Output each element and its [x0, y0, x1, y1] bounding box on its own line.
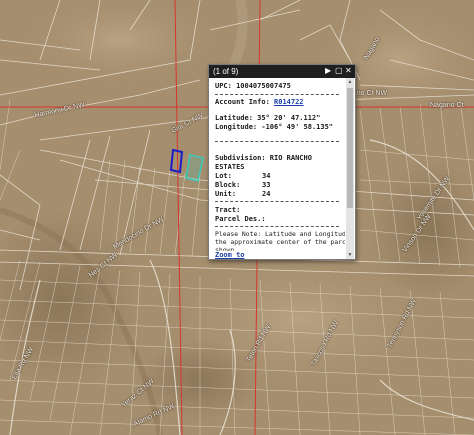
zoom-to-link[interactable]: Zoom to [215, 251, 245, 259]
road-label: Nagano Ct [430, 102, 464, 109]
popup-counter: (1 of 9) [213, 67, 239, 76]
scrollbar-thumb[interactable] [347, 88, 353, 208]
popup-content: UPC: 1004075007475 Account Info: R014722… [209, 78, 345, 259]
lot-label: Lot: [215, 172, 232, 180]
unit-value: 24 [262, 190, 271, 198]
divider [215, 94, 339, 95]
maximize-icon[interactable]: ▢ [335, 66, 343, 75]
note-text: the approximate center of the parcel [215, 238, 345, 246]
account-info-label: Account Info: [215, 98, 270, 106]
popup-titlebar: (1 of 9) ▶ ▢ ✕ [209, 65, 355, 78]
parcel-map[interactable]: Gila Ct NW Harmony Dr NW Mendocino Dr NW… [0, 0, 474, 435]
scroll-down-icon[interactable]: ▼ [346, 251, 354, 259]
account-link[interactable]: R014722 [274, 98, 304, 106]
subdivision-continued: ESTATES [215, 163, 245, 171]
upc-field: UPC: 1004075007475 [215, 82, 291, 90]
divider [215, 141, 339, 142]
divider [215, 226, 339, 227]
tract-field: Tract: [215, 206, 241, 214]
latitude-field: Latitude: 35° 20' 47.112" [215, 114, 321, 122]
lot-value: 34 [262, 172, 271, 180]
play-icon[interactable]: ▶ [325, 66, 331, 75]
block-value: 33 [262, 181, 271, 189]
close-icon[interactable]: ✕ [345, 66, 352, 75]
popup-scrollbar[interactable]: ▲ ▼ [346, 78, 354, 259]
subdivision-field: Subdivision: RIO RANCHO [215, 154, 312, 162]
block-label: Block: [215, 181, 241, 189]
parcel-info-popup: (1 of 9) ▶ ▢ ✕ UPC: 1004075007475 Accoun… [208, 64, 356, 260]
parcel-description-field: Parcel Des.: [215, 215, 266, 223]
scroll-up-icon[interactable]: ▲ [346, 78, 354, 86]
unit-label: Unit: [215, 190, 237, 198]
longitude-field: Longitude: -106° 49' 58.135" [215, 123, 334, 131]
note-text: Please Note: Latitude and Longitude is [215, 230, 345, 238]
divider [215, 201, 339, 202]
